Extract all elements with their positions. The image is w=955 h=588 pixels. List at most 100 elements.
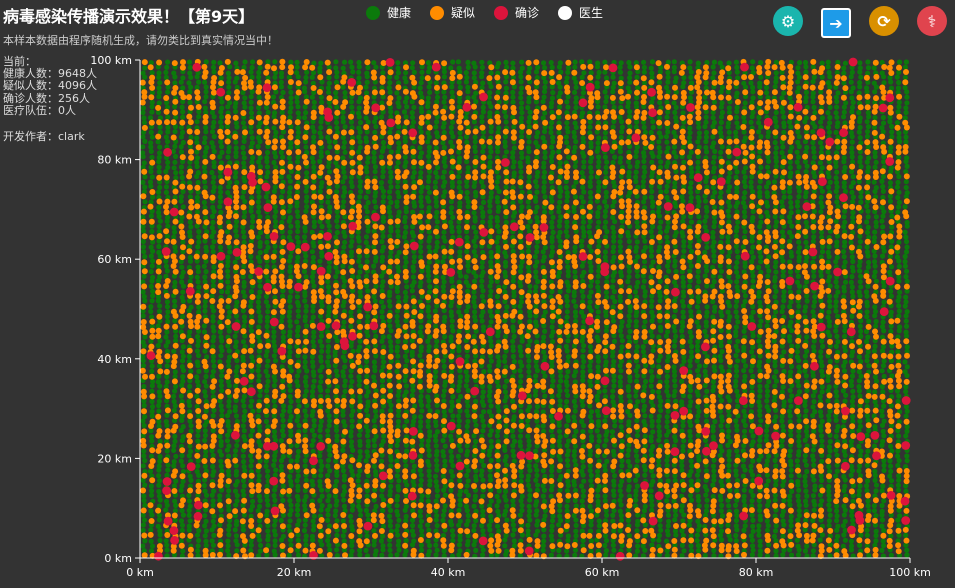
point-healthy (178, 194, 184, 200)
point-healthy (519, 134, 525, 140)
point-healthy (440, 140, 446, 146)
point-healthy (272, 110, 278, 116)
point-healthy (357, 398, 363, 404)
point-healthy (602, 199, 608, 205)
point-healthy (387, 89, 393, 95)
point-healthy (625, 279, 631, 285)
point-healthy (294, 99, 300, 105)
point-healthy (163, 538, 169, 544)
point-healthy (250, 59, 256, 65)
point-healthy (156, 488, 162, 495)
point-healthy (665, 224, 671, 230)
point-healthy (257, 283, 263, 289)
point-healthy (334, 125, 340, 131)
point-healthy (650, 199, 656, 205)
point-healthy (603, 538, 610, 544)
point-healthy (233, 60, 239, 66)
point-healthy (210, 213, 216, 219)
point-healthy (650, 119, 656, 125)
point-healthy (148, 129, 154, 135)
point-healthy (448, 487, 454, 493)
point-healthy (287, 329, 293, 335)
point-healthy (173, 333, 179, 339)
point-healthy (471, 333, 477, 340)
point-healthy (196, 304, 202, 310)
point-healthy (541, 160, 547, 166)
point-healthy (317, 427, 323, 433)
point-healthy (494, 379, 500, 385)
point-healthy (596, 483, 602, 489)
point-healthy (688, 309, 694, 315)
point-healthy (542, 149, 548, 155)
point-healthy (156, 164, 162, 170)
point-healthy (502, 358, 508, 364)
point-healthy (242, 333, 248, 339)
point-healthy (610, 203, 616, 209)
point-healthy (333, 368, 339, 374)
point-healthy (511, 145, 517, 151)
point-healthy (248, 542, 254, 548)
point-healthy (148, 148, 154, 154)
point-healthy (519, 338, 525, 344)
point-healthy (533, 303, 539, 309)
point-healthy (171, 459, 177, 465)
point-healthy (201, 263, 207, 269)
point-healthy (257, 314, 263, 320)
point-healthy (141, 493, 147, 499)
point-healthy (257, 503, 263, 509)
point-healthy (463, 503, 469, 509)
point-healthy (395, 338, 401, 345)
point-healthy (326, 413, 332, 419)
point-healthy (587, 468, 593, 474)
point-healthy (588, 248, 594, 254)
point-healthy (310, 408, 316, 414)
point-healthy (317, 130, 323, 136)
point-healthy (549, 219, 555, 225)
point-healthy (418, 279, 424, 285)
point-healthy (680, 314, 687, 320)
point-healthy (188, 74, 194, 80)
point-healthy (586, 304, 593, 310)
point-healthy (640, 543, 646, 549)
point-healthy (211, 119, 217, 125)
point-healthy (164, 64, 170, 70)
point-healthy (533, 139, 539, 146)
point-healthy (280, 497, 286, 504)
point-healthy (288, 140, 294, 146)
point-healthy (425, 438, 432, 444)
point-healthy (211, 239, 217, 245)
point-healthy (240, 488, 246, 494)
point-healthy (595, 413, 602, 419)
point-healthy (380, 334, 386, 340)
point-healthy (680, 298, 686, 305)
point-healthy (210, 413, 216, 419)
point-healthy (156, 70, 162, 76)
point-healthy (287, 214, 293, 221)
point-healthy (533, 463, 539, 469)
point-healthy (356, 374, 362, 380)
point-healthy (518, 353, 524, 359)
point-healthy (395, 100, 401, 106)
point-healthy (387, 214, 394, 220)
point-healthy (373, 522, 379, 528)
point-healthy (342, 94, 348, 100)
point-healthy (157, 458, 163, 464)
point-healthy (218, 403, 224, 409)
point-healthy (411, 69, 417, 75)
point-healthy (441, 279, 447, 285)
point-healthy (302, 258, 309, 264)
point-healthy (587, 448, 594, 454)
point-healthy (488, 403, 494, 409)
point-healthy (272, 214, 278, 220)
point-healthy (664, 183, 670, 190)
point-healthy (611, 289, 617, 295)
point-healthy (311, 334, 317, 340)
point-healthy (195, 353, 202, 359)
point-healthy (294, 64, 300, 70)
point-healthy (473, 547, 479, 554)
point-healthy (473, 229, 479, 235)
point-healthy (542, 354, 548, 360)
point-healthy (180, 269, 186, 275)
point-healthy (658, 219, 664, 225)
point-healthy (427, 478, 433, 484)
